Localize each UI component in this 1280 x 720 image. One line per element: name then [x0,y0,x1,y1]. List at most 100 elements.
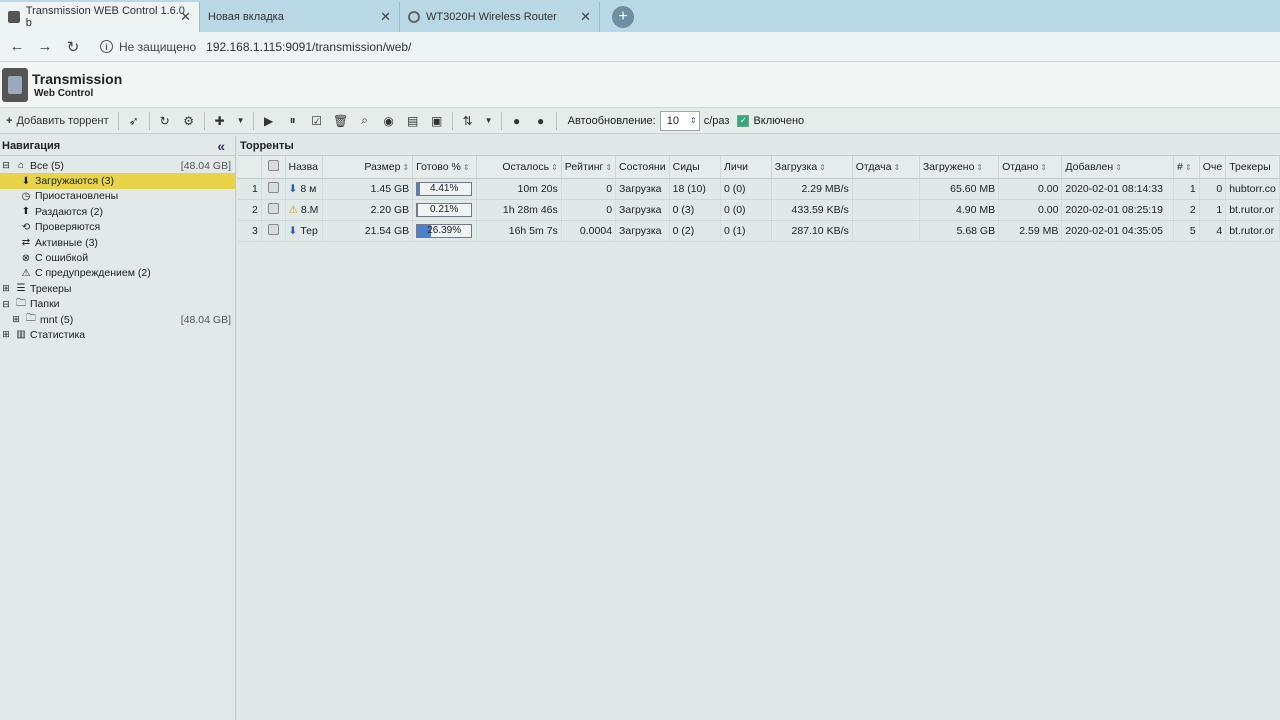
progress-text: 26.39% [427,224,462,236]
gear-icon[interactable]: ⚙ [182,114,196,128]
back-arrow-icon[interactable]: ← [6,38,28,55]
new-tab-button[interactable]: + [612,6,634,28]
nav-item-mnt[interactable]: ⊞ 🗀 mnt (5) [48.04 GB] [0,312,235,327]
warning-icon: ⚠ [21,267,31,279]
speed-limit-icon[interactable]: ⇅ [461,114,475,128]
table-row[interactable]: 3 ⬇ Тер 21.54 GB 26.39% 16h 5m 7s 0.0004 Загруз… [238,220,1280,242]
row-added: 2020-02-01 04:35:05 [1061,220,1174,242]
pause-icon[interactable]: ⏸ [286,113,300,128]
nav-item-trackers[interactable]: ⊞ ☰ Трекеры [0,281,235,296]
col-downloaded[interactable]: Загружено ⇕ [919,156,1000,179]
announce-icon[interactable]: ◉ [382,114,396,128]
row-name[interactable]: ⬇ Тер [285,220,324,242]
col-upload[interactable]: Отдача ⇕ [852,156,920,179]
col-index [238,156,262,179]
row-select[interactable] [261,178,286,200]
row-select[interactable] [261,220,286,242]
start-icon[interactable]: ▶ [262,114,276,128]
col-uploaded[interactable]: Отдано ⇕ [998,156,1063,179]
close-icon[interactable]: ✕ [580,9,591,25]
expand-icon[interactable]: ⊞ [10,314,22,326]
col-id[interactable]: # ⇕ [1173,156,1200,179]
row-uploaded: 2.59 MB [998,220,1063,242]
col-ratio[interactable]: Рейтинг ⇕ [561,156,617,179]
collapse-icon[interactable]: « [217,138,225,154]
browser-tab-transmission[interactable]: Transmission WEB Control 1.6.0 b ✕ [0,2,200,32]
add-torrent-button[interactable]: + Добавить торрент [0,110,115,132]
row-select[interactable] [261,199,286,221]
col-seeds[interactable]: Сиды [669,156,721,179]
nav-item-statistics[interactable]: ⊞ ▥ Статистика [0,327,235,342]
row-checkbox[interactable] [267,223,279,235]
spinner-icon[interactable]: ⇕ [690,116,697,125]
browser-tab-new[interactable]: Новая вкладка ✕ [200,2,400,32]
tracker-icon: ☰ [16,283,26,295]
start-all-icon[interactable]: ● [510,114,524,128]
row-seeds: 0 (2) [669,220,721,242]
col-name[interactable]: Назва [285,156,324,179]
nav-item-error[interactable]: ⊗ С ошибкой [0,250,235,265]
folder-icon: 🗀 [16,297,26,309]
col-added[interactable]: Добавлен ⇕ [1061,156,1174,179]
url-field[interactable]: 192.168.1.115:9091/transmission/web/ [206,40,411,54]
expand-icon[interactable]: ⊟ [0,298,12,310]
col-queue[interactable]: Оче [1199,156,1227,179]
progress-text: 0.21% [429,203,459,215]
row-name[interactable]: ⚠ 8.М [285,199,324,221]
trash-icon[interactable]: 🗑 [333,114,348,128]
pause-all-icon[interactable]: ● [534,114,548,128]
browser-tab-router[interactable]: WT3020H Wireless Router ✕ [400,2,600,32]
toolbar-separator [117,111,119,130]
puzzle-icon[interactable]: ✚ [213,114,227,128]
recheck-icon[interactable]: ☑ [310,114,324,128]
sort-icon: ⇕ [551,162,558,172]
nav-item-all[interactable]: ⊟ ⌂ Все (5) [48.04 GB] [0,158,235,173]
col-download[interactable]: Загрузка ⇕ [771,156,853,179]
col-state[interactable]: Состояни [615,156,670,179]
col-size[interactable]: Размер ⇕ [322,156,414,179]
download-icon: ⬇ [288,182,298,195]
auto-update-label: Автообновление: [567,114,656,127]
add-torrent-label: Добавить торрент [16,114,109,127]
nav-item-active[interactable]: ⇄ Активные (3) [0,235,235,250]
chevron-down-icon[interactable]: ▼ [482,114,496,128]
sort-icon: ⇕ [1184,162,1192,172]
row-size: 1.45 GB [322,178,414,200]
table-row[interactable]: 2 ⚠ 8.М 2.20 GB 0.21% 1h 28m 46s 0 Загрузка 0 (3… [238,199,1280,221]
row-downloaded: 65.60 MB [919,178,1000,200]
row-checkbox[interactable] [267,181,279,193]
security-label[interactable]: Не защищено [119,40,196,54]
chevron-down-icon[interactable]: ▼ [234,114,248,128]
nav-item-folders[interactable]: ⊟ 🗀 Папки [0,297,235,312]
auto-update-checkbox[interactable]: ✓ [737,114,750,127]
close-icon[interactable]: ✕ [180,9,191,25]
close-icon[interactable]: ✕ [380,9,391,25]
nav-item-checking[interactable]: ⟲ Проверяются [0,220,235,235]
nav-item-paused[interactable]: ◷ Приостановлены [0,189,235,204]
col-tracker[interactable]: Трекеры [1225,156,1280,179]
info-icon[interactable]: i [100,40,113,53]
row-checkbox[interactable] [267,202,279,214]
refresh-icon[interactable]: ↻ [158,114,172,128]
nav-item-warning[interactable]: ⚠ С предупреждением (2) [0,266,235,281]
col-select[interactable] [261,156,286,179]
folder-icon[interactable]: ▤ [406,114,420,128]
search-icon[interactable]: ⌕ [358,113,372,128]
expand-icon[interactable]: ⊞ [0,329,12,341]
col-progress[interactable]: Готово % ⇕ [412,156,478,179]
clipboard-icon[interactable]: ▣ [430,114,444,128]
expand-icon[interactable]: ⊟ [0,160,12,172]
col-remaining[interactable]: Осталось ⇕ [476,156,562,179]
rocket-icon[interactable]: ➶ [127,114,141,128]
auto-update-input[interactable]: 10 ⇕ [659,110,700,131]
select-all-checkbox[interactable] [267,159,279,171]
forward-arrow-icon[interactable]: → [34,38,56,55]
row-name[interactable]: ⬇ 8 м [285,178,324,200]
reload-icon[interactable]: ↻ [62,38,84,56]
col-peers[interactable]: Личи [720,156,772,179]
expand-icon[interactable]: ⊞ [0,283,12,295]
table-row[interactable]: 1 ⬇ 8 м 1.45 GB 4.41% 10m 20s 0 Загрузка 18 (10)… [238,178,1280,200]
nav-item-downloading[interactable]: ⬇ Загружаются (3) [0,173,235,189]
row-peers: 0 (0) [720,199,772,221]
nav-item-seeding[interactable]: ⬆ Раздаются (2) [0,204,235,219]
